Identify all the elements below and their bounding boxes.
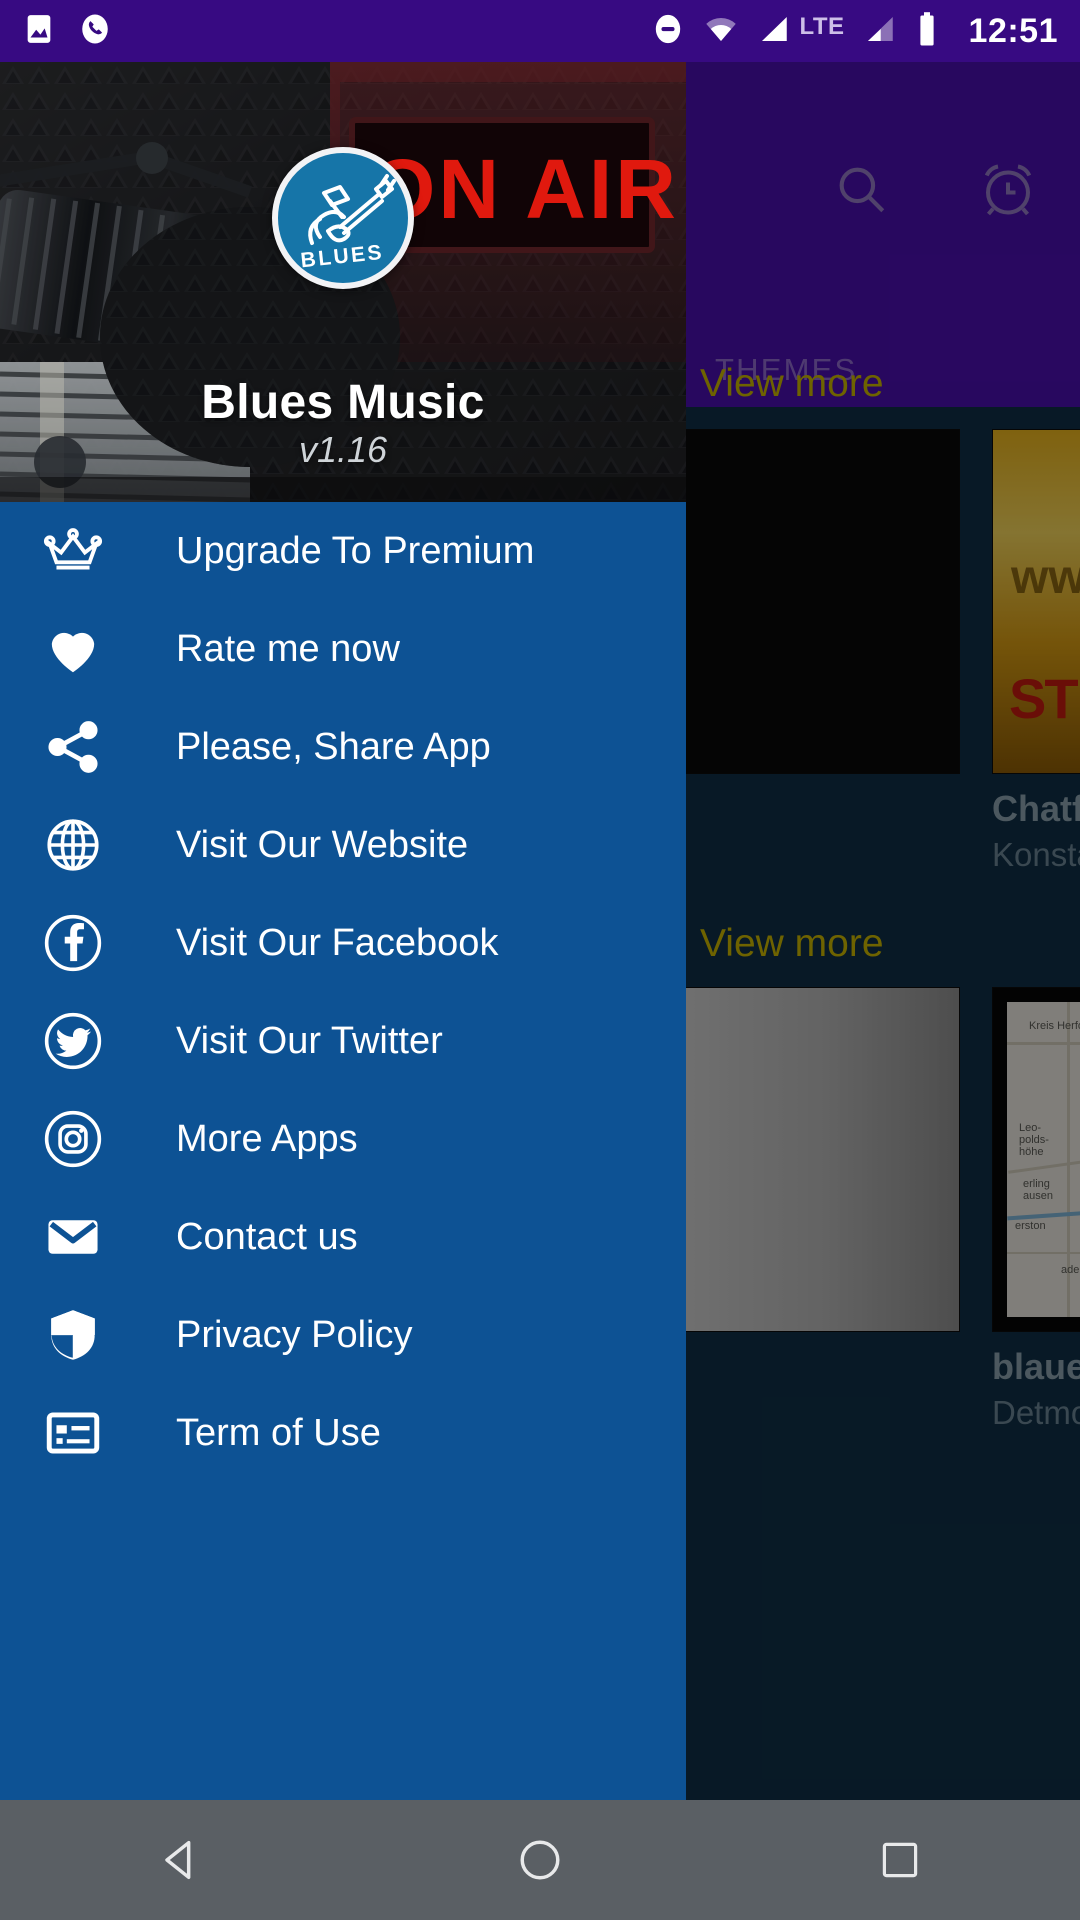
- view-more-link-2[interactable]: View more: [700, 922, 884, 966]
- crown-icon: [42, 520, 132, 582]
- share-icon: [42, 716, 132, 778]
- status-bar-system-icons: LTE 12:51: [651, 11, 1058, 52]
- back-triangle-icon[interactable]: [80, 1800, 280, 1920]
- status-bar-notifications: [22, 12, 112, 51]
- lte-label: LTE: [799, 12, 845, 40]
- drawer-menu: Upgrade To Premium Rate me now Please, S…: [0, 502, 686, 1482]
- app-title: Blues Music: [201, 376, 485, 429]
- theme-card[interactable]: STR Chatfire Konstanz: [992, 429, 1080, 874]
- drawer-header: ON AIR BLUES Blues Music v1.16: [0, 62, 686, 502]
- image-icon: [22, 12, 56, 51]
- lte-icon: LTE: [799, 13, 844, 41]
- theme-card[interactable]: [660, 987, 960, 1432]
- menu-item-label: Upgrade To Premium: [176, 529, 535, 572]
- twitter-icon: [42, 1010, 132, 1072]
- menu-item-label: Contact us: [176, 1215, 358, 1258]
- theme-title: Chatfire: [992, 788, 1080, 829]
- shield-icon: [42, 1304, 132, 1366]
- facebook-icon: [42, 912, 132, 974]
- battery-icon: [915, 11, 939, 52]
- menu-item-visit-facebook[interactable]: Visit Our Facebook: [0, 894, 686, 992]
- list-document-icon: [42, 1402, 132, 1464]
- status-bar: LTE 12:51: [0, 0, 1080, 62]
- menu-item-contact-us[interactable]: Contact us: [0, 1188, 686, 1286]
- theme-subtitle: Konstanz: [992, 836, 1080, 873]
- search-icon[interactable]: [832, 160, 890, 225]
- theme-thumbnail: STR: [992, 429, 1080, 774]
- blues-guitar-logo-icon: BLUES: [300, 174, 396, 273]
- menu-item-privacy-policy[interactable]: Privacy Policy: [0, 1286, 686, 1384]
- menu-item-more-apps[interactable]: More Apps: [0, 1090, 686, 1188]
- phone-call-icon: [78, 12, 112, 51]
- status-bar-clock: 12:51: [968, 11, 1058, 50]
- phone-screen: THEMES View more View more STR Chatfire …: [0, 0, 1080, 1920]
- alarm-clock-icon[interactable]: [978, 160, 1038, 225]
- app-bar-actions: [832, 160, 1038, 225]
- menu-item-share-app[interactable]: Please, Share App: [0, 698, 686, 796]
- instagram-icon: [42, 1108, 132, 1170]
- menu-item-label: More Apps: [176, 1117, 358, 1160]
- theme-card[interactable]: [660, 429, 960, 874]
- theme-thumbnail: [660, 429, 960, 774]
- menu-item-label: Term of Use: [176, 1411, 381, 1454]
- theme-subtitle: Detmold: [992, 1394, 1080, 1431]
- app-logo: BLUES: [272, 147, 414, 289]
- menu-item-label: Visit Our Facebook: [176, 921, 499, 964]
- theme-title: blauera: [992, 1346, 1080, 1387]
- view-more-link-1[interactable]: View more: [700, 362, 884, 406]
- globe-icon: [42, 814, 132, 876]
- theme-card[interactable]: Kreis Herford BadSalzuflen Leo-polds-höh…: [992, 987, 1080, 1432]
- menu-item-label: Rate me now: [176, 627, 400, 670]
- menu-item-upgrade-to-premium[interactable]: Upgrade To Premium: [0, 502, 686, 600]
- signal-icon: [757, 12, 791, 51]
- do-not-disturb-icon: [651, 12, 685, 51]
- menu-item-rate-me-now[interactable]: Rate me now: [0, 600, 686, 698]
- app-version: v1.16: [298, 429, 388, 470]
- menu-item-label: Visit Our Twitter: [176, 1019, 443, 1062]
- svg-text:BLUES: BLUES: [300, 241, 386, 273]
- menu-item-label: Please, Share App: [176, 725, 491, 768]
- theme-thumbnail: [660, 987, 960, 1332]
- menu-item-term-of-use[interactable]: Term of Use: [0, 1384, 686, 1482]
- envelope-icon: [42, 1206, 132, 1268]
- signal2-icon: [863, 12, 897, 51]
- menu-item-visit-twitter[interactable]: Visit Our Twitter: [0, 992, 686, 1090]
- navigation-drawer: ON AIR BLUES Blues Music v1.16 Upgrade T…: [0, 62, 686, 1800]
- heart-icon: [42, 618, 132, 680]
- map-thumbnail: Kreis Herford BadSalzuflen Leo-polds-höh…: [1007, 1002, 1080, 1317]
- system-navigation-bar: [0, 1800, 1080, 1920]
- recents-square-icon[interactable]: [800, 1800, 1000, 1920]
- home-circle-icon[interactable]: [440, 1800, 640, 1920]
- menu-item-label: Privacy Policy: [176, 1313, 413, 1356]
- theme-thumbnail: Kreis Herford BadSalzuflen Leo-polds-höh…: [992, 987, 1080, 1332]
- menu-item-label: Visit Our Website: [176, 823, 469, 866]
- wifi-icon: [703, 12, 739, 51]
- menu-item-visit-website[interactable]: Visit Our Website: [0, 796, 686, 894]
